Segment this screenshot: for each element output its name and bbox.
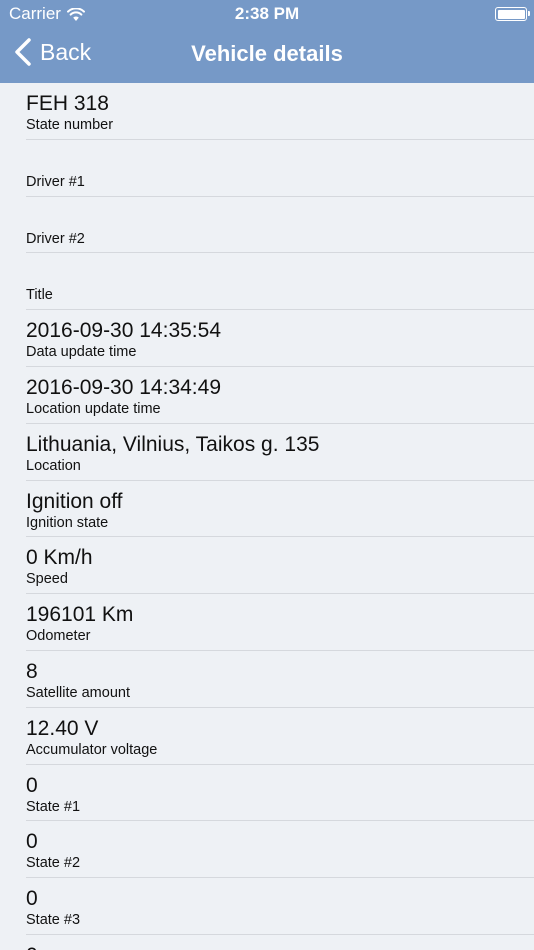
detail-label: Ignition state (26, 514, 109, 531)
detail-row-state-number[interactable]: FEH 318 State number (0, 83, 534, 140)
detail-label: Location update time (26, 400, 161, 417)
detail-row-ignition-state[interactable]: Ignition off Ignition state (0, 481, 534, 538)
detail-label: State #3 (26, 912, 81, 929)
detail-value: 196101 Km (26, 603, 134, 627)
detail-value: 0 (26, 773, 38, 797)
detail-row-speed[interactable]: 0 Km/h Speed (0, 537, 534, 594)
detail-row-title[interactable]: Title (0, 253, 534, 310)
detail-row-odometer[interactable]: 196101 Km Odometer (0, 594, 534, 651)
detail-row-state-1[interactable]: 0 State #1 (0, 765, 534, 822)
detail-value: 8 (26, 659, 38, 683)
detail-value: Lithuania, Vilnius, Taikos g. 135 (26, 432, 320, 456)
detail-row-location[interactable]: Lithuania, Vilnius, Taikos g. 135 Locati… (0, 424, 534, 481)
vehicle-details-list: FEH 318 State number Driver #1 Driver #2… (0, 83, 534, 950)
detail-label: Satellite amount (26, 684, 130, 701)
battery-icon (495, 7, 530, 21)
detail-value: 0 (26, 944, 38, 950)
detail-label: Data update time (26, 344, 137, 361)
top-bar: Carrier 2:38 PM Back Vehicle details (0, 0, 534, 83)
detail-label: Odometer (26, 628, 91, 645)
detail-row-driver-1[interactable]: Driver #1 (0, 140, 534, 197)
detail-value: 0 (26, 887, 38, 911)
detail-row-accumulator-voltage[interactable]: 12.40 V Accumulator voltage (0, 708, 534, 765)
detail-row-state-3[interactable]: 0 State #3 (0, 878, 534, 935)
detail-row-driver-2[interactable]: Driver #2 (0, 197, 534, 254)
detail-label: Driver #2 (26, 230, 85, 247)
detail-label: Accumulator voltage (26, 741, 158, 758)
detail-label: Speed (26, 571, 68, 588)
detail-label: Driver #1 (26, 173, 85, 190)
detail-row-data-update-time[interactable]: 2016-09-30 14:35:54 Data update time (0, 310, 534, 367)
navigation-bar: Back Vehicle details (0, 28, 534, 83)
status-time: 2:38 PM (234, 4, 300, 23)
detail-value: 0 Km/h (26, 546, 93, 570)
detail-value: Ignition off (26, 489, 123, 513)
detail-row-partial[interactable]: 0 (0, 935, 534, 950)
status-bar: Carrier 2:38 PM (0, 0, 534, 28)
detail-value: 2016-09-30 14:35:54 (26, 319, 221, 343)
detail-value: 0 (26, 830, 38, 854)
detail-value: FEH 318 (26, 92, 109, 115)
detail-label: State #1 (26, 798, 81, 815)
detail-label: Location (26, 457, 81, 474)
detail-value: 12.40 V (26, 716, 99, 740)
detail-row-location-update-time[interactable]: 2016-09-30 14:34:49 Location update time (0, 367, 534, 424)
detail-label: State number (26, 117, 114, 133)
detail-label: Title (26, 287, 53, 304)
detail-row-satellite-amount[interactable]: 8 Satellite amount (0, 651, 534, 708)
detail-row-state-2[interactable]: 0 State #2 (0, 821, 534, 878)
detail-label: State #2 (26, 855, 81, 872)
detail-value: 2016-09-30 14:34:49 (26, 375, 221, 399)
page-title: Vehicle details (191, 41, 343, 66)
